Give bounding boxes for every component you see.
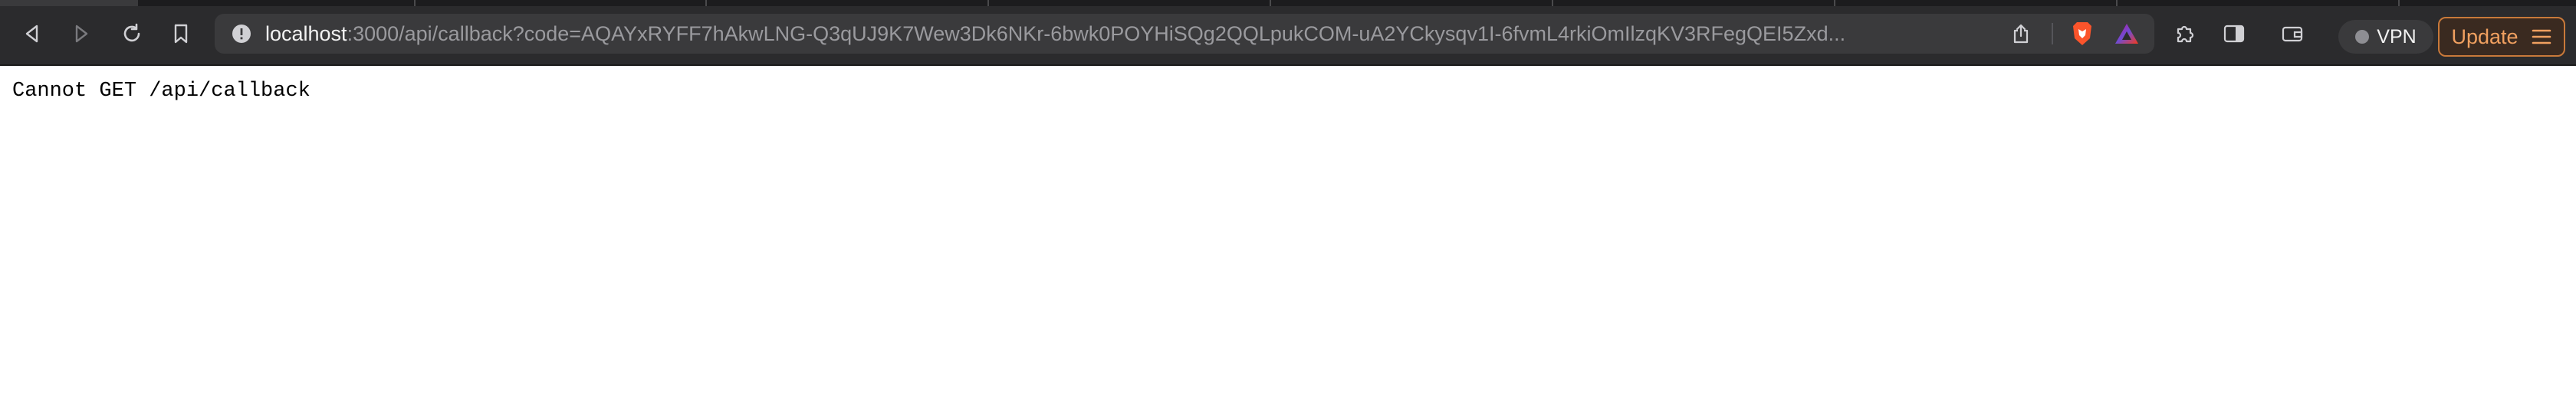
rewards-triangle-icon <box>2115 24 2138 44</box>
share-button[interactable] <box>2004 17 2038 51</box>
site-info-icon[interactable] <box>230 22 253 45</box>
sidebar-icon <box>2223 25 2245 43</box>
browser-toolbar: localhost:3000/api/callback?code=AQAYxRY… <box>0 6 2576 66</box>
extensions-button[interactable] <box>2168 17 2202 51</box>
brave-shields-button[interactable] <box>2065 17 2099 51</box>
active-tab[interactable] <box>0 0 138 6</box>
bookmark-icon <box>174 24 188 44</box>
vpn-label: VPN <box>2377 25 2417 48</box>
wallet-button[interactable] <box>2275 17 2309 51</box>
vpn-button[interactable]: VPN <box>2338 20 2433 54</box>
tab-separator <box>987 0 989 6</box>
menu-icon <box>2532 29 2551 44</box>
reload-button[interactable] <box>115 17 149 51</box>
url-text[interactable]: localhost:3000/api/callback?code=AQAYxRY… <box>265 22 1952 46</box>
forward-button[interactable] <box>64 17 98 51</box>
tab-strip <box>0 0 2576 6</box>
url-path: :3000/api/callback?code=AQAYxRYFF7hAkwLN… <box>347 21 1846 45</box>
tab-separator <box>1270 0 1271 6</box>
update-button[interactable]: Update <box>2438 17 2565 57</box>
update-label: Update <box>2451 25 2518 48</box>
back-button[interactable] <box>15 17 49 51</box>
vpn-status-icon <box>2355 30 2370 44</box>
forward-icon <box>75 25 88 43</box>
address-bar[interactable]: localhost:3000/api/callback?code=AQAYxRY… <box>215 14 2154 54</box>
tab-separator <box>2116 0 2118 6</box>
tab-separator <box>1834 0 1835 6</box>
sidebar-button[interactable] <box>2217 17 2251 51</box>
tab-separator <box>705 0 707 6</box>
puzzle-icon <box>2177 25 2194 43</box>
tab-separator <box>2398 0 2400 6</box>
back-icon <box>25 25 38 43</box>
reload-icon <box>123 23 140 42</box>
error-message: Cannot GET /api/callback <box>12 80 310 103</box>
tab-separator <box>414 0 416 6</box>
url-host: localhost <box>265 21 347 45</box>
wallet-icon <box>2282 26 2303 42</box>
share-icon <box>2013 24 2029 44</box>
url-divider <box>2052 23 2053 44</box>
tab-separator <box>1552 0 1553 6</box>
brave-lion-icon <box>2073 22 2091 45</box>
brave-rewards-button[interactable] <box>2110 17 2144 51</box>
bookmark-button[interactable] <box>164 17 198 51</box>
